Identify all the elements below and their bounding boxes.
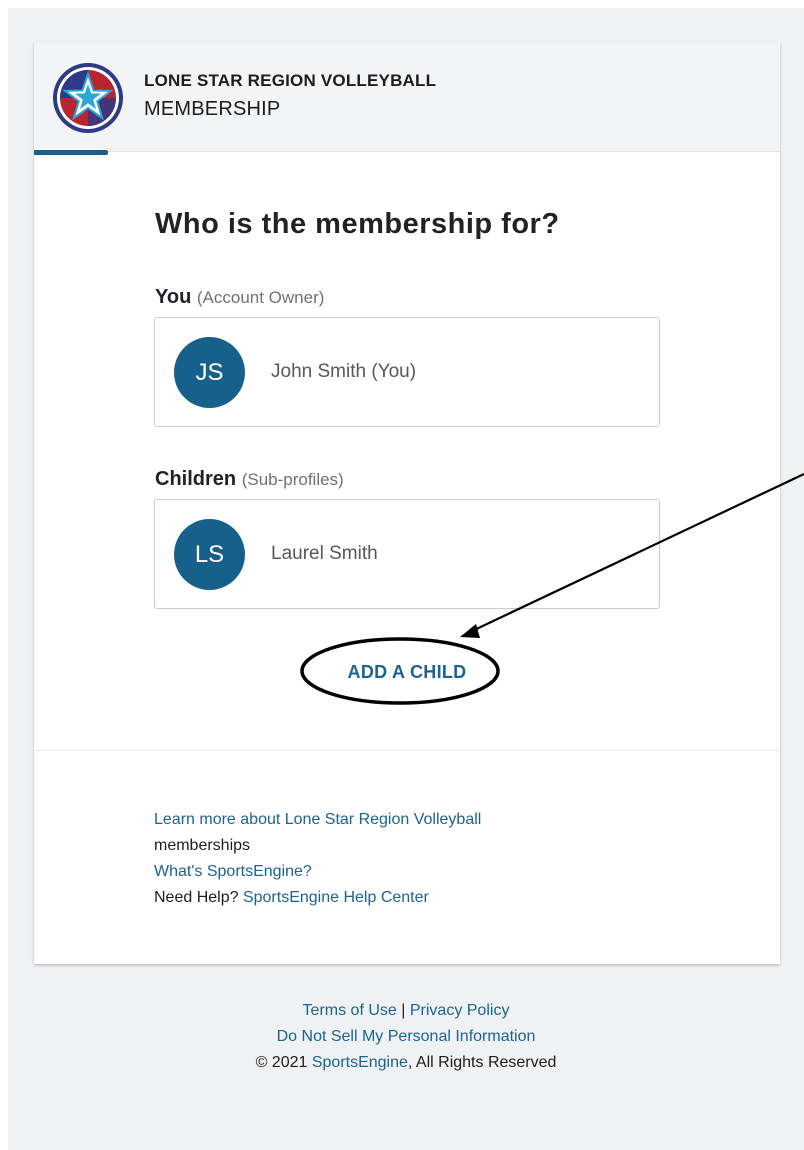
profile-name: John Smith (You)	[271, 361, 417, 382]
you-section-label: You (Account Owner)	[155, 286, 324, 309]
divider	[34, 750, 780, 751]
terms-link[interactable]: Terms of Use	[303, 1002, 397, 1019]
add-child-button[interactable]: ADD A CHILD	[154, 646, 660, 698]
org-name: LONE STAR REGION VOLLEYBALL	[144, 71, 437, 90]
need-help-text: Need Help?	[154, 889, 239, 906]
profile-name: Laurel Smith	[271, 543, 378, 564]
avatar: LS	[174, 519, 245, 590]
page-footer: Terms of Use | Privacy Policy Do Not Sel…	[8, 998, 804, 1076]
lone-star-region-logo	[53, 63, 123, 133]
you-label: You	[155, 286, 192, 308]
copyright-link[interactable]: SportsEngine	[312, 1054, 408, 1071]
children-label: Children	[155, 468, 237, 490]
page-subtitle: MEMBERSHIP	[144, 98, 281, 120]
privacy-link[interactable]: Privacy Policy	[410, 1002, 510, 1019]
profile-card-child[interactable]: LS Laurel Smith	[154, 499, 660, 609]
learn-more-link[interactable]: Learn more about Lone Star Region Volley…	[154, 811, 481, 828]
avatar: JS	[174, 337, 245, 408]
header-accent-bar	[34, 150, 108, 155]
card-footer-links: Learn more about Lone Star Region Volley…	[154, 807, 674, 911]
profile-card-owner[interactable]: JS John Smith (You)	[154, 317, 660, 427]
whats-sportsengine-link[interactable]: What's SportsEngine?	[154, 863, 312, 880]
children-section-label: Children (Sub-profiles)	[155, 468, 344, 491]
learn-more-tail: memberships	[154, 837, 251, 854]
do-not-sell-link[interactable]: Do Not Sell My Personal Information	[277, 1028, 536, 1045]
membership-card: LONE STAR REGION VOLLEYBALL MEMBERSHIP W…	[34, 42, 780, 964]
add-child-area: ADD A CHILD	[154, 646, 660, 698]
footer-separator: |	[401, 1002, 406, 1019]
children-sub-label: (Sub-profiles)	[241, 470, 344, 489]
copyright-suffix: , All Rights Reserved	[407, 1054, 557, 1071]
you-sub-label: (Account Owner)	[196, 288, 325, 307]
copyright-prefix: © 2021	[255, 1054, 308, 1071]
help-center-link[interactable]: SportsEngine Help Center	[243, 889, 429, 906]
card-header: LONE STAR REGION VOLLEYBALL MEMBERSHIP	[34, 42, 780, 152]
page-title: Who is the membership for?	[155, 208, 560, 240]
